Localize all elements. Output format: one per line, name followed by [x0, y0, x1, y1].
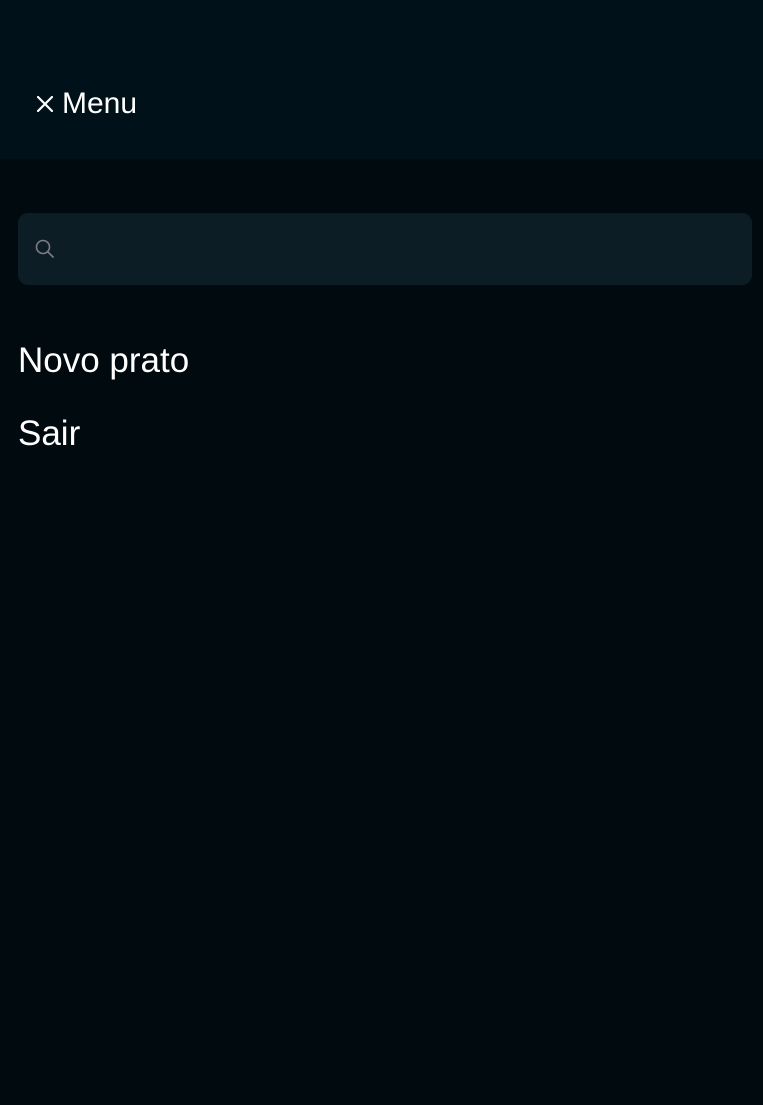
search-box[interactable] — [18, 213, 752, 285]
menu-header: Menu — [0, 0, 763, 159]
menu-title: Menu — [62, 87, 138, 120]
close-icon[interactable] — [35, 94, 55, 114]
search-input[interactable] — [56, 213, 752, 285]
search-icon — [34, 238, 56, 260]
close-menu-button[interactable]: Menu — [35, 86, 137, 122]
menu-item-logout[interactable]: Sair — [18, 414, 80, 454]
menu-item-new-dish[interactable]: Novo prato — [18, 341, 189, 381]
